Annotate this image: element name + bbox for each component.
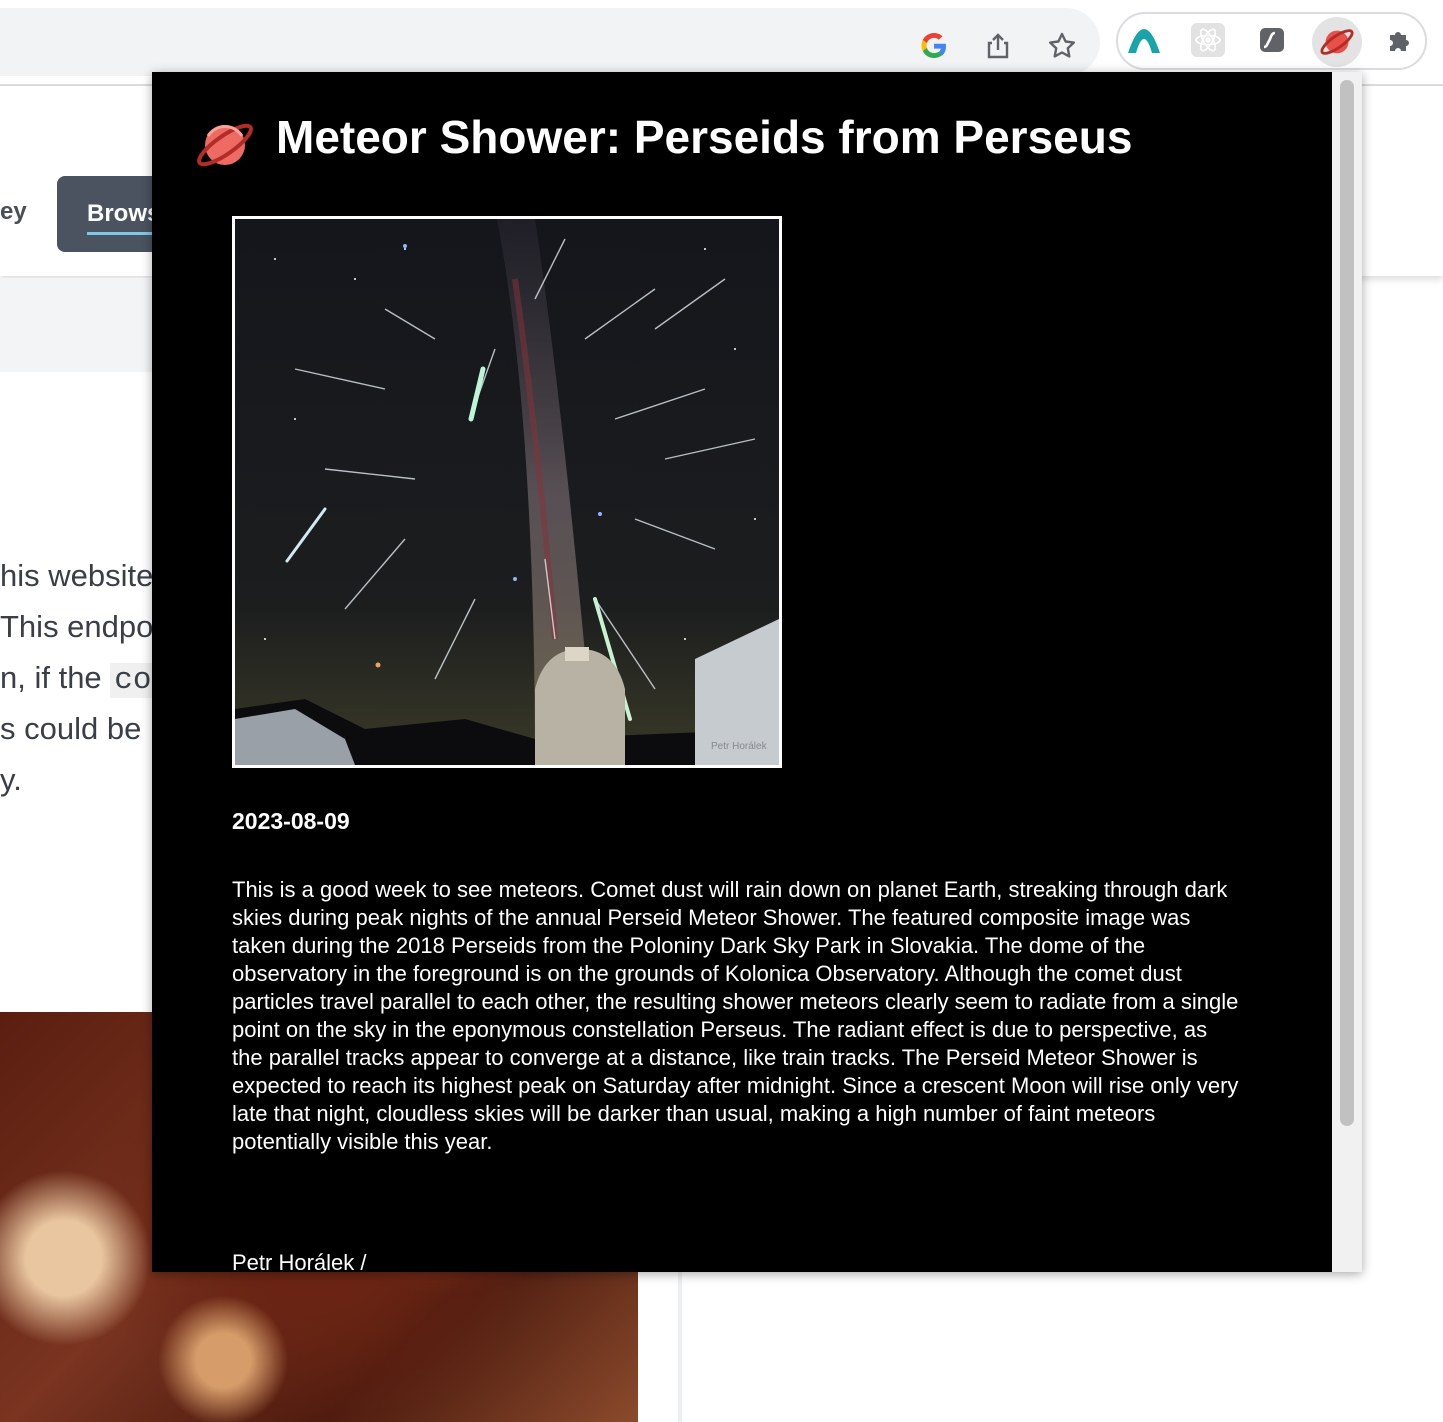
image-watermark: Petr Horálek [711,741,768,752]
script-extension-icon[interactable] [1252,20,1292,60]
address-bar[interactable] [0,8,1100,76]
body-text-line: y. [0,762,22,797]
bookmark-star-icon[interactable] [1046,30,1078,62]
body-text-line: This endpo [0,609,154,644]
react-devtools-icon[interactable] [1188,20,1228,60]
subheader-strip [0,278,160,372]
apod-description: This is a good week to see meteors. Come… [232,877,1239,1154]
google-icon[interactable] [918,30,950,62]
apod-credit: Petr Horálek / [232,1250,367,1272]
body-text-line: s could be [0,711,142,746]
body-text-line: n, if the cor [0,660,175,698]
column-divider [678,1272,682,1422]
popup-scrollbar[interactable] [1332,72,1362,1272]
nav-item-label: Brows [87,200,161,227]
share-icon[interactable] [982,30,1014,62]
popup-scrollbar-thumb[interactable] [1340,80,1354,1126]
extension-popup: Meteor Shower: Perseids from Perseus Pet… [152,72,1362,1272]
planet-logo-icon [192,112,258,178]
planet-extension-icon[interactable] [1312,17,1362,67]
nav-item[interactable]: ey [0,198,27,226]
apod-date: 2023-08-09 [232,808,350,834]
puzzle-extensions-icon[interactable] [1380,20,1420,60]
mountain-extension-icon[interactable] [1124,20,1164,60]
body-text-line: his website [0,558,154,593]
body-text-fragment: n, if the [0,660,111,695]
apod-image[interactable]: Petr Horálek [232,216,782,768]
apod-title: Meteor Shower: Perseids from Perseus [276,111,1133,163]
